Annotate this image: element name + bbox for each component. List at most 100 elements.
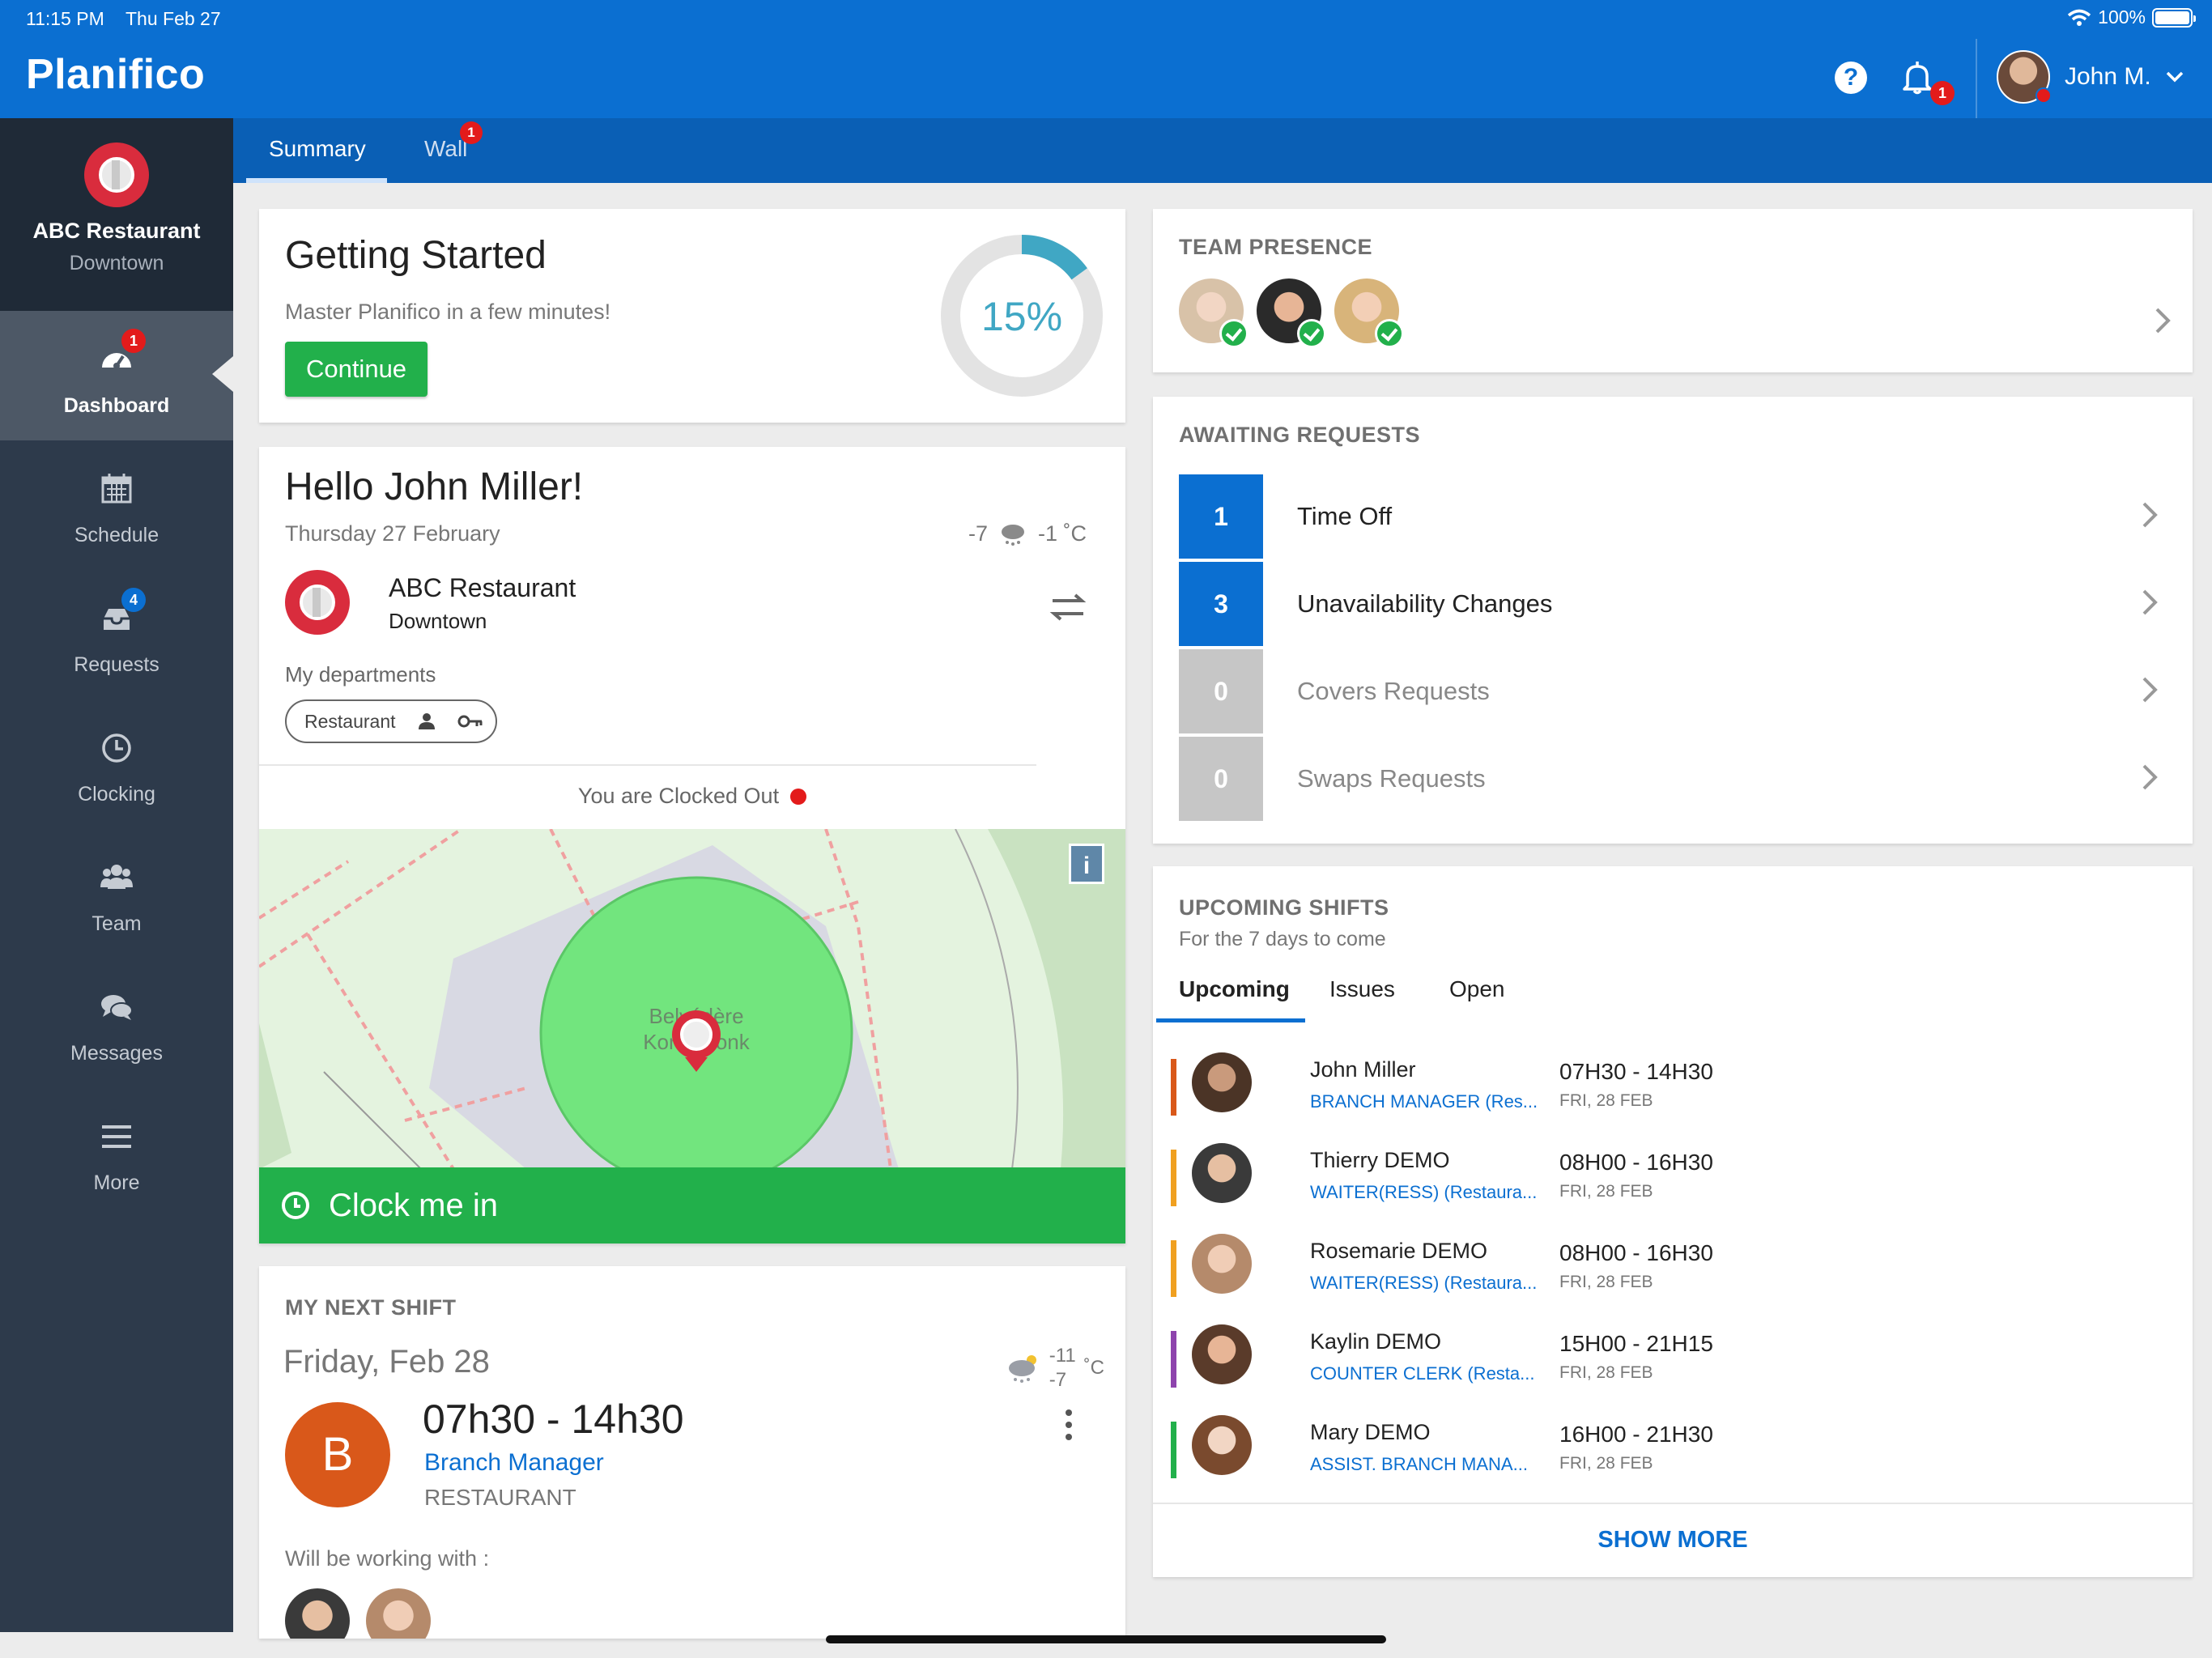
user-menu[interactable]: John M.: [1997, 50, 2184, 104]
upcoming-shifts-title: UPCOMING SHIFTS: [1179, 895, 1389, 920]
wall-badge: 1: [460, 121, 483, 144]
store-switcher[interactable]: ABC Restaurant Downtown: [0, 118, 233, 311]
employee-name: Mary DEMO: [1310, 1420, 1431, 1444]
help-icon: ?: [1843, 64, 1859, 91]
sidebar-item-label: Requests: [74, 653, 160, 676]
sidebar-item-more[interactable]: More: [0, 1088, 233, 1218]
clock-in-label: Clock me in: [329, 1187, 498, 1223]
continue-button[interactable]: Continue: [285, 342, 428, 397]
employee-name: Rosemarie DEMO: [1310, 1239, 1488, 1263]
avatar[interactable]: [285, 1588, 350, 1639]
shift-color-bar: [1171, 1059, 1176, 1116]
clock-icon: [282, 1192, 309, 1219]
shift-row[interactable]: Kaylin DEMO COUNTER CLERK (Resta... 15H0…: [1171, 1324, 2175, 1397]
check-icon: [1297, 319, 1326, 348]
avatar[interactable]: [1334, 278, 1404, 348]
show-more-button[interactable]: SHOW MORE: [1153, 1527, 2193, 1554]
shift-date: FRI, 28 FEB: [1559, 1454, 1653, 1473]
request-row-swaps[interactable]: 0 Swaps Requests: [1179, 737, 2167, 821]
tab-summary[interactable]: Summary: [269, 136, 366, 162]
shift-time: 07H30 - 14H30: [1559, 1059, 1713, 1084]
sidebar-item-schedule[interactable]: Schedule: [0, 440, 233, 570]
snow-sun-icon: [1008, 1355, 1036, 1383]
chevron-right-icon: [2142, 677, 2158, 703]
avatar: [1192, 1143, 1252, 1203]
battery-icon: [2152, 7, 2196, 28]
getting-started-card: Getting Started Master Planifico in a fe…: [259, 209, 1125, 423]
request-label: Time Off: [1297, 502, 1393, 530]
restaurant-name: ABC Restaurant: [389, 573, 576, 602]
menu-icon: [102, 1125, 131, 1148]
employee-role: ASSIST. BRANCH MANA...: [1310, 1454, 1528, 1474]
team-icon: [100, 865, 133, 889]
active-tab-indicator: [1156, 1018, 1305, 1022]
temp-high: -11: [1049, 1345, 1076, 1367]
tab-issues[interactable]: Issues: [1329, 976, 1395, 1002]
check-icon: [1375, 319, 1404, 348]
avatar: [1192, 1052, 1252, 1112]
employee-role: COUNTER CLERK (Resta...: [1310, 1363, 1535, 1384]
check-icon: [1219, 319, 1249, 348]
avatar[interactable]: [366, 1588, 431, 1639]
next-shift-day: Friday, Feb 28: [283, 1344, 490, 1380]
home-indicator[interactable]: [826, 1635, 1386, 1643]
team-presence-card[interactable]: TEAM PRESENCE: [1153, 209, 2193, 372]
upcoming-shifts-card: UPCOMING SHIFTS For the 7 days to come U…: [1153, 866, 2193, 1577]
app-logo[interactable]: Planifico: [26, 50, 205, 99]
status-indicators: 100%: [2067, 6, 2196, 28]
shift-row[interactable]: Rosemarie DEMO WAITER(RESS) (Restaura...…: [1171, 1234, 2175, 1307]
more-vertical-icon[interactable]: [1064, 1409, 1074, 1441]
store-name: ABC Restaurant: [32, 219, 201, 243]
key-icon: [457, 715, 483, 728]
request-row-unavailability[interactable]: 3 Unavailability Changes: [1179, 562, 2167, 646]
shift-date: FRI, 28 FEB: [1559, 1363, 1653, 1382]
avatar[interactable]: [1257, 278, 1326, 348]
awaiting-requests-card: AWAITING REQUESTS 1 Time Off 3 Unavailab…: [1153, 397, 2193, 844]
sidebar-item-dashboard[interactable]: 1 Dashboard: [0, 311, 233, 440]
sidebar-item-label: Team: [91, 912, 142, 935]
sidebar-item-messages[interactable]: Messages: [0, 959, 233, 1088]
department-chip[interactable]: Restaurant: [285, 699, 497, 743]
help-button[interactable]: ?: [1835, 62, 1867, 94]
shift-row[interactable]: Mary DEMO ASSIST. BRANCH MANA... 16H00 -…: [1171, 1415, 2175, 1488]
tab-open[interactable]: Open: [1449, 976, 1505, 1002]
shift-row[interactable]: Thierry DEMO WAITER(RESS) (Restaura... 0…: [1171, 1143, 2175, 1216]
sidebar-item-clocking[interactable]: Clocking: [0, 699, 233, 829]
next-shift-time: 07h30 - 14h30: [423, 1397, 684, 1442]
welcome-card: Hello John Miller! Thursday 27 February …: [259, 447, 1125, 1244]
avatar[interactable]: [1179, 278, 1249, 348]
sidebar-item-requests[interactable]: 4 Requests: [0, 570, 233, 699]
requests-badge: 4: [121, 588, 146, 612]
request-count: 3: [1179, 562, 1263, 646]
wifi-icon: [2068, 9, 2091, 26]
map-info-button[interactable]: i: [1069, 844, 1104, 884]
sidebar-item-team[interactable]: Team: [0, 829, 233, 959]
employee-name: John Miller: [1310, 1057, 1416, 1082]
request-row-time-off[interactable]: 1 Time Off: [1179, 474, 2167, 559]
tab-wall[interactable]: Wall: [424, 136, 467, 162]
chevron-down-icon: [2166, 71, 2183, 83]
tab-upcoming[interactable]: Upcoming: [1179, 976, 1290, 1002]
shift-time: 15H00 - 21H15: [1559, 1331, 1713, 1356]
employee-role: WAITER(RESS) (Restaura...: [1310, 1273, 1538, 1293]
restaurant-logo: [285, 570, 350, 635]
user-avatar: [1997, 50, 2052, 104]
shift-row[interactable]: John Miller BRANCH MANAGER (Res... 07H30…: [1171, 1052, 2175, 1125]
status-date: Thu Feb 27: [125, 8, 221, 29]
location-map[interactable]: Belvédère Kondiaronk: [259, 829, 1125, 1169]
clocked-out-indicator: [790, 789, 807, 805]
request-row-covers[interactable]: 0 Covers Requests: [1179, 649, 2167, 733]
coworker-avatars: [285, 1588, 431, 1639]
divider: [259, 764, 1036, 766]
clock-status: You are Clocked Out: [259, 784, 1125, 809]
clock-in-button[interactable]: Clock me in: [259, 1167, 1125, 1244]
next-shift-role[interactable]: Branch Manager: [424, 1449, 604, 1477]
working-with-label: Will be working with :: [285, 1546, 490, 1571]
swap-icon[interactable]: [1048, 591, 1088, 623]
weather-today: -7 -1 ˚C: [968, 521, 1087, 546]
snow-cloud-icon: [1002, 524, 1024, 546]
header-divider: [1976, 39, 1977, 118]
shift-color-bar: [1171, 1150, 1176, 1206]
restaurant-logo: [84, 142, 149, 207]
request-count: 0: [1179, 649, 1263, 733]
